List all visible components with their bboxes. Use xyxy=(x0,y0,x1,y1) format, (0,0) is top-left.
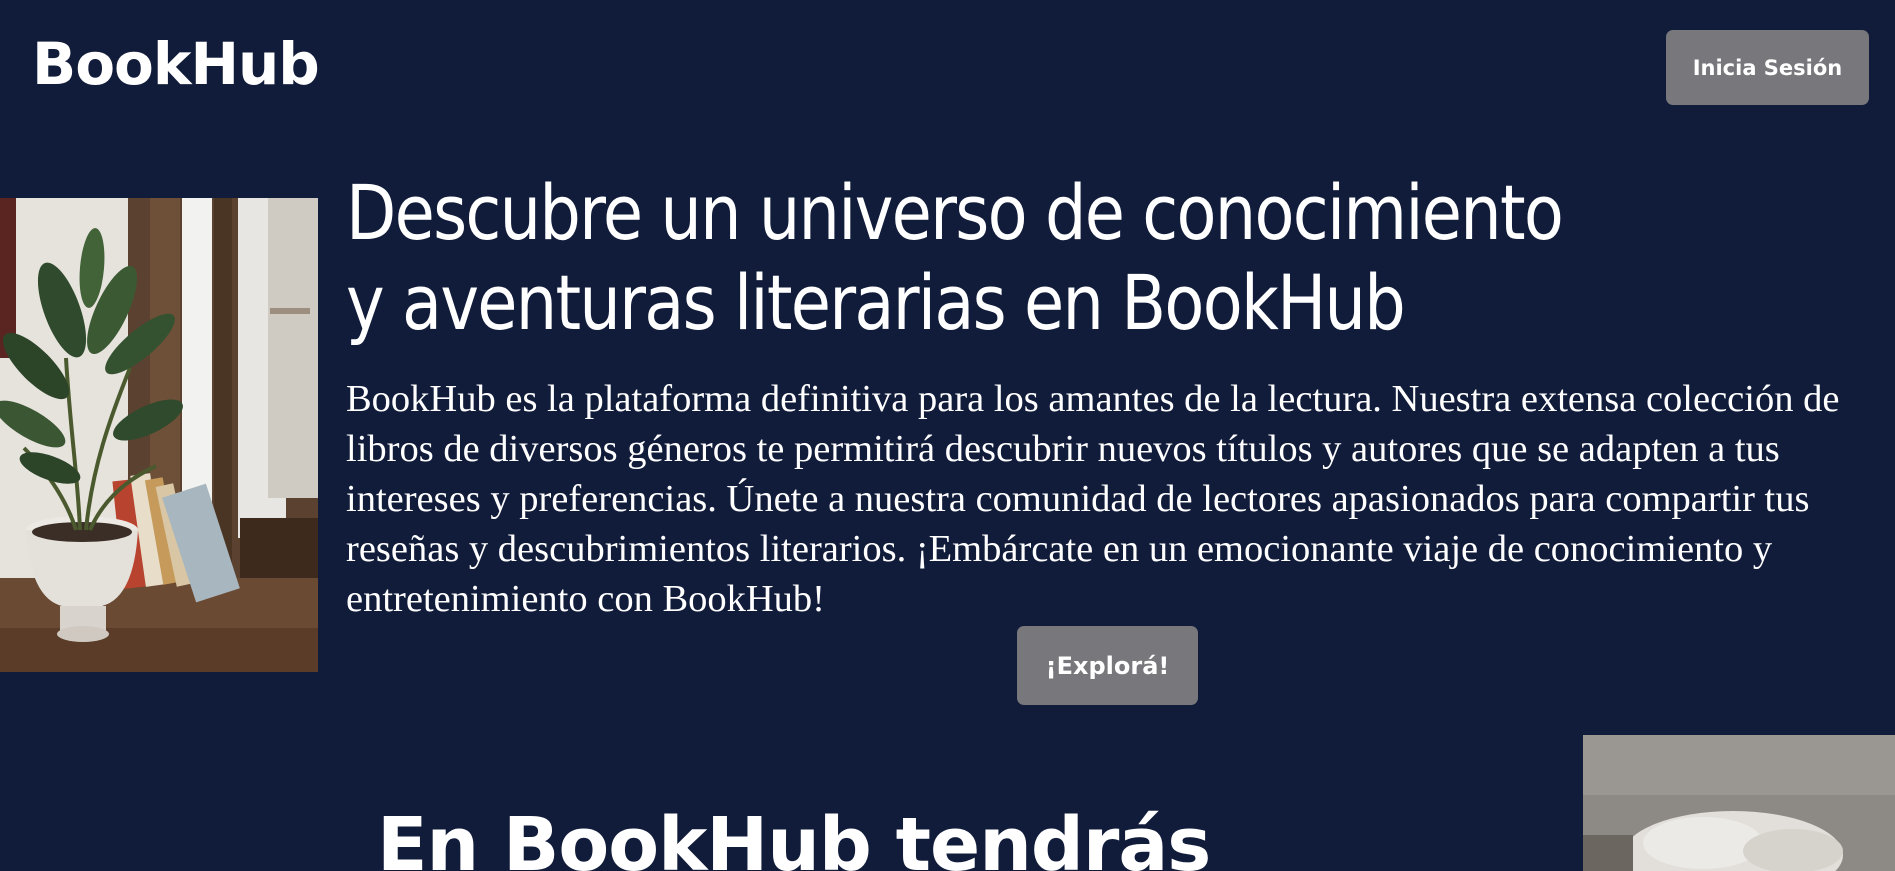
login-button[interactable]: Inicia Sesión xyxy=(1666,30,1869,105)
hero-description: BookHub es la plataforma definitiva para… xyxy=(346,378,1840,620)
hero-title: Descubre un universo de conocimiento y a… xyxy=(346,168,1564,347)
explore-button[interactable]: ¡Explorá! xyxy=(1017,626,1198,705)
hero-image xyxy=(0,198,318,672)
features-image xyxy=(1583,735,1895,871)
features-heading: En BookHub tendrás xyxy=(377,802,1211,871)
logo[interactable]: BookHub xyxy=(32,28,320,100)
